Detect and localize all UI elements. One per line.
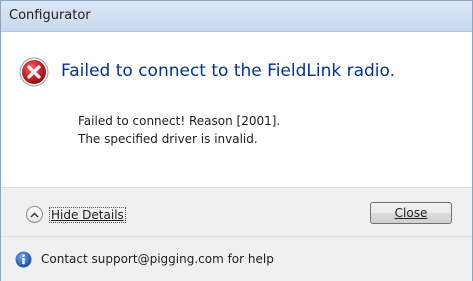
close-button-label: Close — [394, 206, 428, 220]
button-area: Hide Details Close — [1, 187, 472, 236]
title-bar[interactable]: Configurator — [1, 1, 472, 32]
footer-text: Contact support@pigging.com for help — [41, 252, 274, 266]
info-icon — [15, 251, 32, 268]
detail-line-driver: The specified driver is invalid. — [78, 132, 258, 146]
hide-details-label[interactable]: Hide Details — [49, 206, 126, 223]
dialog-window: Configurator Failed to connect to the Fi… — [0, 0, 473, 281]
chevron-up-icon[interactable] — [26, 206, 43, 223]
error-icon — [19, 57, 49, 87]
hide-details-toggle[interactable]: Hide Details — [26, 206, 126, 223]
close-button[interactable]: Close — [370, 202, 452, 224]
footer: Contact support@pigging.com for help — [1, 236, 472, 281]
dialog-content: Failed to connect to the FieldLink radio… — [1, 32, 472, 187]
error-details: Failed to connect! Reason [2001]. The sp… — [78, 112, 280, 148]
window-title: Configurator — [9, 8, 91, 23]
detail-line-reason: Failed to connect! Reason [2001]. — [78, 114, 281, 128]
main-instruction: Failed to connect to the FieldLink radio… — [61, 61, 396, 81]
